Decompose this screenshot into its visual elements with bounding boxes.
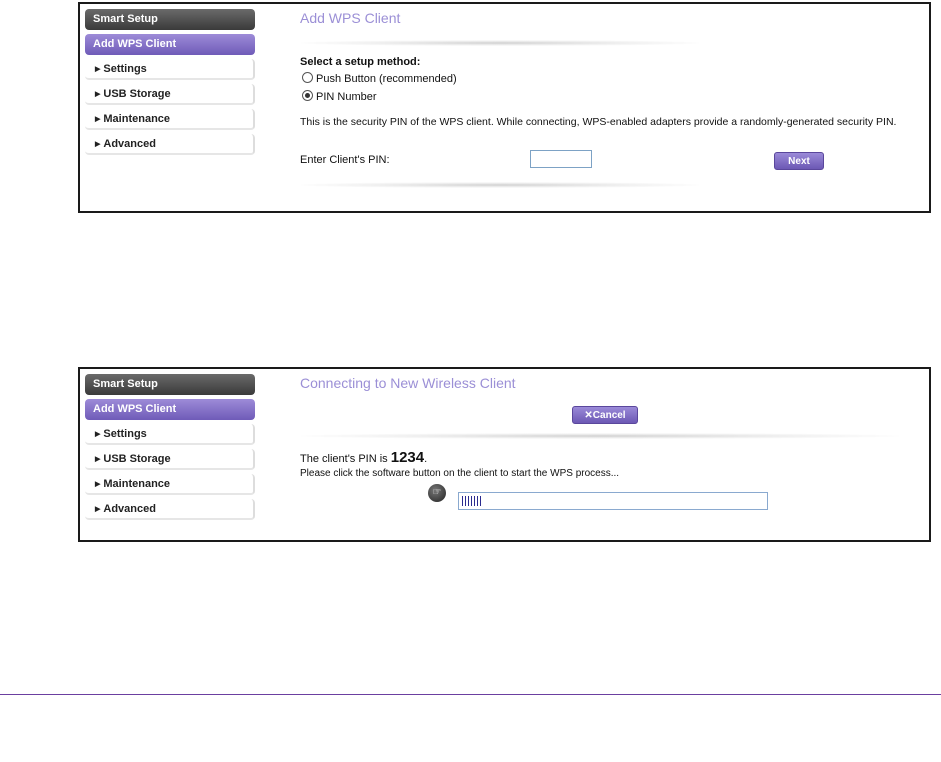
sidebar-item-label: Maintenance [103,113,171,125]
push-button-option[interactable]: Push Button (recommended) [302,72,457,85]
arrow-right-icon: ▶ [95,141,101,148]
sidebar-item-settings[interactable]: ▶ Settings [85,59,255,80]
enter-pin-label: Enter Client's PIN: [300,154,390,166]
pin-number-option[interactable]: PIN Number [302,90,377,103]
sidebar-item-label: Settings [103,63,147,75]
wps-instruction: Please click the software button on the … [300,468,620,479]
arrow-right-icon: ▶ [95,506,101,513]
page-divider [0,694,941,695]
wps-progress-fill [462,496,483,506]
sidebar-item-label: Add WPS Client [93,38,177,50]
pin-number-option-label: PIN Number [316,91,377,103]
sidebar-item-label: Smart Setup [93,378,158,390]
pin-status-text: The client's PIN is 1234. [300,449,427,466]
sidebar-item-label: Settings [103,428,147,440]
sidebar-item-usb-storage[interactable]: ▶ USB Storage [85,84,255,105]
sidebar-item-maintenance[interactable]: ▶ Maintenance [85,474,255,495]
sidebar: Smart Setup Add WPS Client ▶ Settings ▶ US… [85,374,255,524]
arrow-right-icon: ▶ [95,481,101,488]
client-pin-input[interactable] [530,150,592,168]
sidebar-item-label: Advanced [103,138,156,150]
arrow-right-icon: ▶ [95,116,101,123]
next-button[interactable]: Next [774,152,824,170]
sidebar-item-advanced[interactable]: ▶ Advanced [85,134,255,155]
sidebar-item-add-wps-client[interactable]: Add WPS Client [85,34,255,55]
title-divider [300,433,900,439]
arrow-right-icon: ▶ [95,431,101,438]
arrow-right-icon: ▶ [95,91,101,98]
pin-number-radio[interactable] [302,90,313,101]
title-divider [300,40,700,46]
pin-prefix: The client's PIN is [300,453,391,465]
sidebar-item-label: Maintenance [103,478,171,490]
sidebar-item-smart-setup[interactable]: Smart Setup [85,9,255,30]
sidebar-item-smart-setup[interactable]: Smart Setup [85,374,255,395]
main-content: Connecting to New Wireless Client ✕Cance… [300,369,929,540]
add-wps-client-panel: Smart Setup Add WPS Client ▶ Settings ▶ US… [78,2,931,213]
wps-progress-bar [458,492,768,510]
close-icon: ✕ [584,410,593,421]
arrow-right-icon: ▶ [95,66,101,73]
bottom-divider [300,182,700,188]
sidebar-item-add-wps-client[interactable]: Add WPS Client [85,399,255,420]
page-title: Connecting to New Wireless Client [300,375,516,391]
sidebar-item-label: Advanced [103,503,156,515]
pin-value: 1234 [390,449,425,466]
page-title: Add WPS Client [300,10,401,26]
sidebar-item-label: USB Storage [103,453,171,465]
main-content: Add WPS Client Select a setup method: Pu… [300,4,929,211]
cancel-button[interactable]: ✕Cancel [572,406,638,424]
setup-method-label: Select a setup method: [300,56,421,68]
sidebar-item-settings[interactable]: ▶ Settings [85,424,255,445]
push-button-option-label: Push Button (recommended) [316,73,457,85]
sidebar-item-label: Add WPS Client [93,403,177,415]
cancel-button-label: Cancel [592,410,626,421]
wps-hand-icon: ☞ [428,484,446,502]
sidebar-item-usb-storage[interactable]: ▶ USB Storage [85,449,255,470]
sidebar-item-advanced[interactable]: ▶ Advanced [85,499,255,520]
sidebar-item-label: USB Storage [103,88,171,100]
pin-description: This is the security PIN of the WPS clie… [300,116,897,128]
sidebar-item-label: Smart Setup [93,13,158,25]
pin-suffix: . [424,453,428,465]
push-button-radio[interactable] [302,72,313,83]
sidebar: Smart Setup Add WPS Client ▶ Settings ▶ US… [85,9,255,159]
sidebar-item-maintenance[interactable]: ▶ Maintenance [85,109,255,130]
connecting-panel: Smart Setup Add WPS Client ▶ Settings ▶ US… [78,367,931,542]
arrow-right-icon: ▶ [95,456,101,463]
